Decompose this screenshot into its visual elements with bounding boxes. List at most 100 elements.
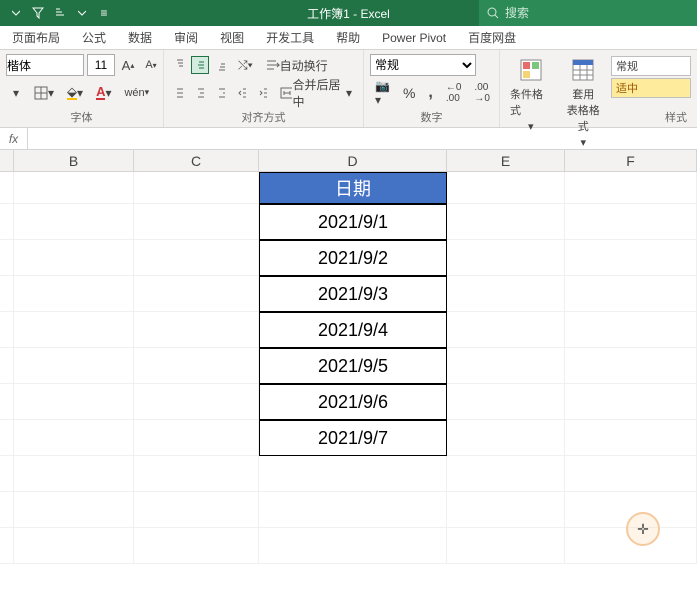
cell-style-neutral[interactable]: 适中 <box>611 78 691 98</box>
cell[interactable] <box>565 384 697 420</box>
number-format-select[interactable]: 常规 <box>370 54 476 76</box>
cell[interactable] <box>447 312 565 348</box>
cell[interactable] <box>14 348 134 384</box>
cell[interactable] <box>0 172 14 204</box>
column-header-c[interactable]: C <box>134 150 259 171</box>
decrease-decimal-icon[interactable]: .00→0 <box>469 82 495 104</box>
column-header-d[interactable]: D <box>259 150 447 171</box>
cell[interactable] <box>447 384 565 420</box>
tab-developer[interactable]: 开发工具 <box>264 25 316 50</box>
fill-color-icon[interactable]: ⬙▾ <box>62 82 88 104</box>
decrease-font-icon[interactable]: A▾ <box>141 54 161 76</box>
cell-d-data[interactable]: 2021/9/1 <box>259 204 447 240</box>
cell[interactable] <box>447 456 565 492</box>
cell[interactable] <box>259 492 447 528</box>
align-bottom-icon[interactable] <box>212 56 230 74</box>
cell-d-data[interactable]: 2021/9/4 <box>259 312 447 348</box>
orientation-icon[interactable]: ⤭▾ <box>233 54 258 76</box>
percent-format-icon[interactable]: % <box>398 82 420 104</box>
cells-area[interactable]: 日期 2021/9/1 2021/9/2 2021/9/3 2021/9/4 2… <box>0 172 697 564</box>
cell-d-data[interactable]: 2021/9/5 <box>259 348 447 384</box>
cell[interactable] <box>447 276 565 312</box>
cell[interactable] <box>565 348 697 384</box>
cell[interactable] <box>134 172 259 204</box>
qat-overflow-icon[interactable]: ≡ <box>96 5 112 21</box>
cell[interactable] <box>259 528 447 564</box>
cell[interactable] <box>0 420 14 456</box>
cell-d-data[interactable]: 2021/9/3 <box>259 276 447 312</box>
align-left-icon[interactable] <box>170 84 188 102</box>
cell[interactable] <box>447 348 565 384</box>
qat-more-icon[interactable] <box>74 5 90 21</box>
sort-icon[interactable] <box>52 5 68 21</box>
cell[interactable] <box>134 456 259 492</box>
tab-review[interactable]: 审阅 <box>172 25 200 50</box>
align-center-icon[interactable] <box>191 84 209 102</box>
cell[interactable] <box>14 276 134 312</box>
column-header-partial[interactable] <box>0 150 14 171</box>
tab-data[interactable]: 数据 <box>126 25 154 50</box>
align-middle-icon[interactable] <box>191 56 209 74</box>
cell[interactable] <box>565 276 697 312</box>
table-format-button[interactable]: 套用 表格格式▾ <box>559 54 609 151</box>
cell[interactable] <box>0 384 14 420</box>
increase-font-icon[interactable]: A▴ <box>118 54 138 76</box>
cell-d-data[interactable]: 2021/9/7 <box>259 420 447 456</box>
cell-d-data[interactable]: 2021/9/6 <box>259 384 447 420</box>
cell-d-header[interactable]: 日期 <box>259 172 447 204</box>
cell[interactable] <box>14 492 134 528</box>
font-name-select[interactable] <box>6 54 84 76</box>
tab-layout[interactable]: 页面布局 <box>10 25 62 50</box>
cell[interactable] <box>447 240 565 276</box>
cell[interactable] <box>0 276 14 312</box>
cell[interactable] <box>14 312 134 348</box>
wrap-text-button[interactable]: 自动换行 <box>261 54 333 76</box>
tab-help[interactable]: 帮助 <box>334 25 362 50</box>
column-header-e[interactable]: E <box>447 150 565 171</box>
cell[interactable] <box>447 528 565 564</box>
fx-icon[interactable]: fx <box>0 128 28 149</box>
cell[interactable] <box>14 240 134 276</box>
cell[interactable] <box>447 204 565 240</box>
cell[interactable] <box>14 528 134 564</box>
cell[interactable] <box>565 312 697 348</box>
align-right-icon[interactable] <box>212 84 230 102</box>
borders-icon[interactable]: ▾ <box>29 82 59 104</box>
cell[interactable] <box>14 172 134 204</box>
merge-center-button[interactable]: 合并后居中▾ <box>275 82 357 104</box>
cell[interactable] <box>134 420 259 456</box>
increase-indent-icon[interactable] <box>254 84 272 102</box>
tab-view[interactable]: 视图 <box>218 25 246 50</box>
filter-icon[interactable] <box>30 5 46 21</box>
cell[interactable] <box>134 312 259 348</box>
cell[interactable] <box>134 276 259 312</box>
cell[interactable] <box>14 384 134 420</box>
cell[interactable] <box>0 528 14 564</box>
cell[interactable] <box>14 456 134 492</box>
cell-style-normal[interactable]: 常规 <box>611 56 691 76</box>
phonetic-icon[interactable]: wén▾ <box>119 82 154 104</box>
cell[interactable] <box>0 204 14 240</box>
cell[interactable] <box>0 240 14 276</box>
column-header-f[interactable]: F <box>565 150 697 171</box>
tab-formulas[interactable]: 公式 <box>80 25 108 50</box>
cell-d-data[interactable]: 2021/9/2 <box>259 240 447 276</box>
cell[interactable] <box>565 172 697 204</box>
cell[interactable] <box>0 492 14 528</box>
cell[interactable] <box>134 528 259 564</box>
cell[interactable] <box>134 384 259 420</box>
search-bar[interactable] <box>479 0 697 26</box>
increase-decimal-icon[interactable]: ←0.00 <box>441 82 467 104</box>
align-top-icon[interactable] <box>170 56 188 74</box>
cell[interactable] <box>134 240 259 276</box>
cell[interactable] <box>565 456 697 492</box>
tab-baidu[interactable]: 百度网盘 <box>466 25 518 50</box>
cell[interactable] <box>0 456 14 492</box>
cell[interactable] <box>565 420 697 456</box>
search-input[interactable] <box>505 6 689 20</box>
comma-format-icon[interactable]: , <box>423 82 437 104</box>
cell[interactable] <box>565 204 697 240</box>
cell[interactable] <box>259 456 447 492</box>
decrease-indent-icon[interactable] <box>233 84 251 102</box>
cell[interactable] <box>134 204 259 240</box>
